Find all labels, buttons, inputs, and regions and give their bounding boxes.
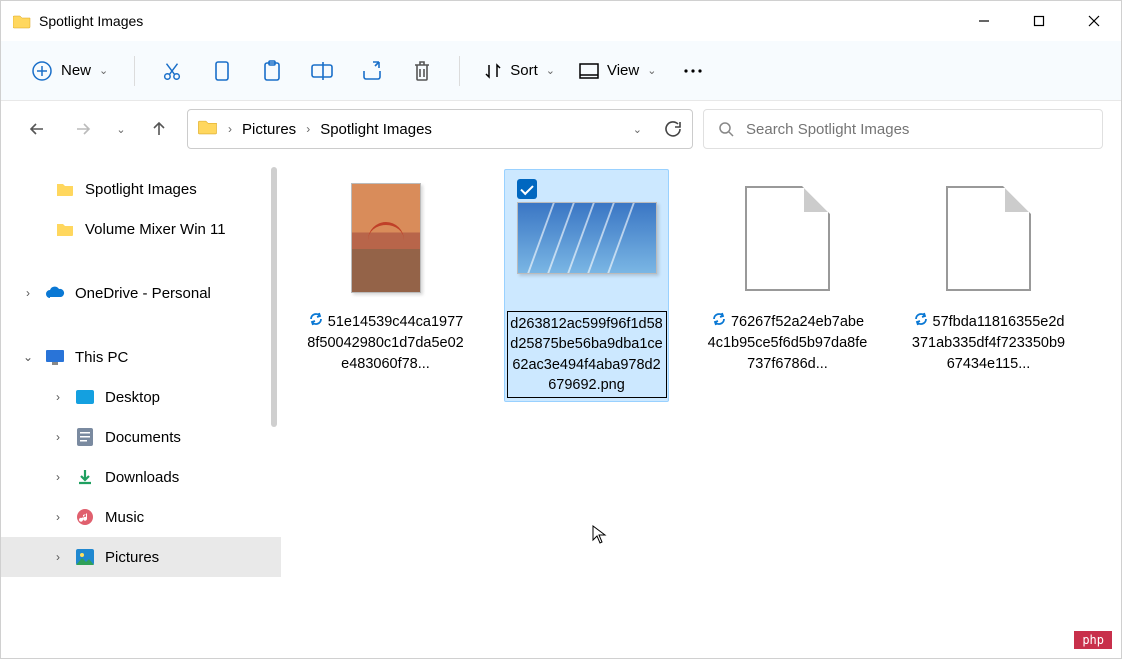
- pictures-icon: [75, 547, 95, 567]
- separator: [459, 56, 460, 86]
- sidebar-item-onedrive[interactable]: › OneDrive - Personal: [1, 273, 281, 313]
- search-box[interactable]: [703, 109, 1103, 149]
- copy-button[interactable]: [201, 50, 243, 92]
- chevron-down-icon: ⌄: [546, 64, 555, 77]
- sidebar-item-label: Music: [105, 509, 144, 526]
- sidebar-item-thispc[interactable]: ⌄ This PC: [1, 337, 281, 377]
- search-input[interactable]: [746, 121, 1088, 138]
- sidebar-item-label: Documents: [105, 429, 181, 446]
- thumbnail: [517, 202, 657, 274]
- documents-icon: [75, 427, 95, 447]
- new-button[interactable]: New ⌄: [21, 54, 118, 88]
- file-name-edit[interactable]: d263812ac599f96f1d58d25875be56ba9dba1ce6…: [507, 311, 667, 398]
- sync-icon: [913, 311, 929, 333]
- maximize-button[interactable]: [1011, 1, 1066, 41]
- music-icon: [75, 507, 95, 527]
- new-label: New: [61, 62, 91, 79]
- sidebar-item-music[interactable]: › Music: [1, 497, 281, 537]
- up-button[interactable]: [141, 111, 177, 147]
- separator: [134, 56, 135, 86]
- sidebar-item-volumemixer[interactable]: Volume Mixer Win 11: [1, 209, 281, 249]
- sidebar-item-label: Downloads: [105, 469, 179, 486]
- more-button[interactable]: [672, 50, 714, 92]
- minimize-button[interactable]: [956, 1, 1011, 41]
- view-label: View: [607, 62, 639, 79]
- sidebar-item-label: This PC: [75, 349, 128, 366]
- file-item[interactable]: 76267f52a24eb7abe4c1b95ce5f6d5b97da8fe73…: [705, 169, 870, 378]
- chevron-down-icon: ⌄: [99, 64, 108, 77]
- sidebar-item-label: Pictures: [105, 549, 159, 566]
- delete-button[interactable]: [401, 50, 443, 92]
- chevron-right-icon[interactable]: ›: [51, 470, 65, 484]
- refresh-icon[interactable]: [664, 120, 682, 138]
- thumbnail: [946, 186, 1031, 291]
- titlebar: Spotlight Images: [1, 1, 1121, 41]
- window-title: Spotlight Images: [39, 13, 956, 29]
- file-name: 51e14539c44ca19778f50042980c1d7da5e02e48…: [306, 311, 466, 374]
- cursor-icon: [592, 525, 608, 550]
- file-name: 57fbda11816355e2d371ab335df4f723350b9674…: [909, 311, 1069, 374]
- crumb-sep-icon: ›: [306, 122, 310, 136]
- crumb-spotlight[interactable]: Spotlight Images: [320, 121, 432, 138]
- crumb-sep-icon: ›: [228, 122, 232, 136]
- thumbnail: [351, 183, 421, 293]
- share-button[interactable]: [351, 50, 393, 92]
- downloads-icon: [75, 467, 95, 487]
- sidebar-item-desktop[interactable]: › Desktop: [1, 377, 281, 417]
- thumbnail: [745, 186, 830, 291]
- watermark: php: [1074, 631, 1112, 649]
- sidebar-scrollbar[interactable]: [271, 167, 277, 427]
- search-icon: [718, 121, 734, 137]
- folder-icon: [198, 119, 218, 139]
- chevron-right-icon[interactable]: ›: [21, 286, 35, 300]
- file-name: 76267f52a24eb7abe4c1b95ce5f6d5b97da8fe73…: [708, 311, 868, 374]
- recent-button[interactable]: ⌄: [111, 111, 131, 147]
- paste-button[interactable]: [251, 50, 293, 92]
- checkbox-icon[interactable]: [517, 179, 537, 199]
- file-item[interactable]: d263812ac599f96f1d58d25875be56ba9dba1ce6…: [504, 169, 669, 402]
- sidebar-item-downloads[interactable]: › Downloads: [1, 457, 281, 497]
- sort-label: Sort: [510, 62, 538, 79]
- chevron-right-icon[interactable]: ›: [51, 550, 65, 564]
- sort-button[interactable]: Sort ⌄: [476, 56, 563, 86]
- desktop-icon: [75, 387, 95, 407]
- onedrive-icon: [45, 283, 65, 303]
- sidebar-item-label: Spotlight Images: [85, 181, 197, 198]
- breadcrumb[interactable]: › Pictures › Spotlight Images ⌄: [187, 109, 693, 149]
- folder-icon: [13, 14, 31, 29]
- view-button[interactable]: View ⌄: [571, 56, 664, 85]
- sidebar-item-documents[interactable]: › Documents: [1, 417, 281, 457]
- sidebar-item-pictures[interactable]: › Pictures: [1, 537, 281, 577]
- folder-icon: [55, 179, 75, 199]
- rename-button[interactable]: [301, 50, 343, 92]
- back-button[interactable]: [19, 111, 55, 147]
- address-bar-row: ⌄ › Pictures › Spotlight Images ⌄: [1, 101, 1121, 157]
- chevron-right-icon[interactable]: ›: [51, 390, 65, 404]
- sidebar-item-label: OneDrive - Personal: [75, 285, 211, 302]
- navigation-pane: Spotlight Images Volume Mixer Win 11 › O…: [1, 157, 281, 658]
- window-controls: [956, 1, 1121, 41]
- close-button[interactable]: [1066, 1, 1121, 41]
- file-item[interactable]: 51e14539c44ca19778f50042980c1d7da5e02e48…: [303, 169, 468, 378]
- sync-icon: [711, 311, 727, 333]
- crumb-pictures[interactable]: Pictures: [242, 121, 296, 138]
- chevron-right-icon[interactable]: ›: [51, 430, 65, 444]
- folder-icon: [55, 219, 75, 239]
- command-bar: New ⌄ Sort ⌄ View ⌄: [1, 41, 1121, 101]
- sync-icon: [308, 311, 324, 333]
- chevron-right-icon[interactable]: ›: [51, 510, 65, 524]
- forward-button[interactable]: [65, 111, 101, 147]
- sidebar-item-spotlight[interactable]: Spotlight Images: [1, 169, 281, 209]
- file-item[interactable]: 57fbda11816355e2d371ab335df4f723350b9674…: [906, 169, 1071, 378]
- sidebar-item-label: Volume Mixer Win 11: [85, 221, 226, 238]
- chevron-down-icon: ⌄: [647, 64, 656, 77]
- chevron-down-icon[interactable]: ⌄: [21, 350, 35, 364]
- file-list: 51e14539c44ca19778f50042980c1d7da5e02e48…: [281, 157, 1121, 658]
- cut-button[interactable]: [151, 50, 193, 92]
- chevron-down-icon[interactable]: ⌄: [633, 123, 642, 136]
- sidebar-item-label: Desktop: [105, 389, 160, 406]
- pc-icon: [45, 347, 65, 367]
